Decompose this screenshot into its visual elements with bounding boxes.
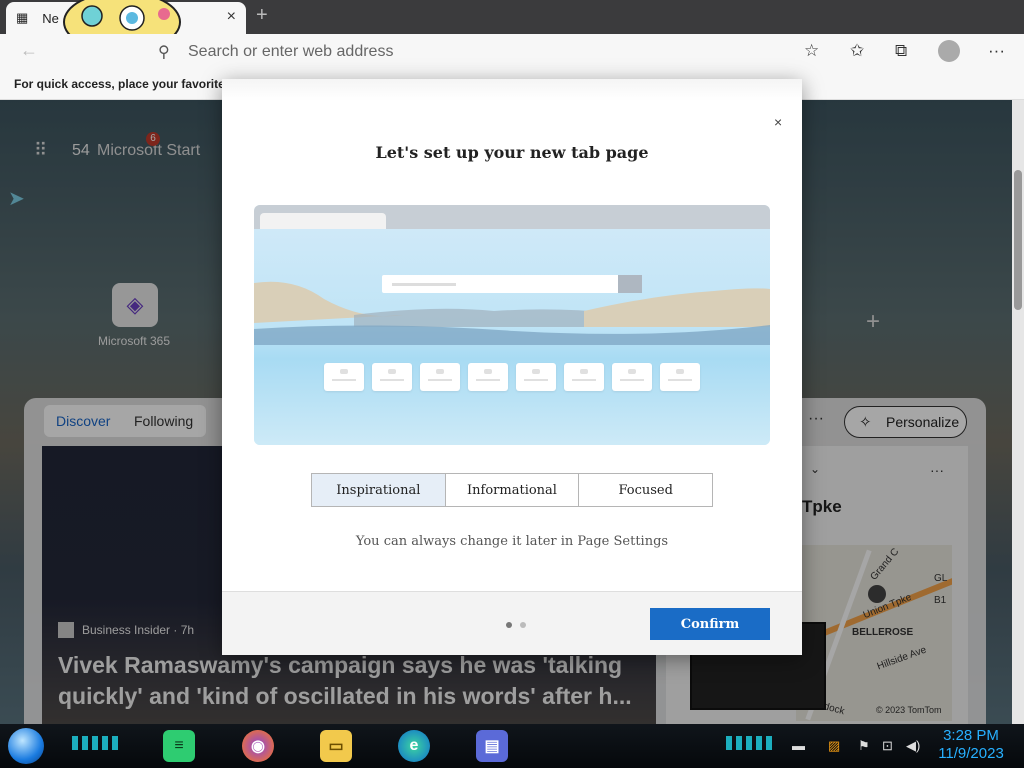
scrollbar-thumb[interactable] xyxy=(1014,170,1022,310)
profile-avatar[interactable] xyxy=(938,40,960,62)
firefox-icon[interactable]: ◉ xyxy=(242,730,274,762)
dialog-title: Let's set up your new tab page xyxy=(375,143,649,162)
address-bar[interactable]: Search or enter web address xyxy=(188,43,393,61)
browser-toolbar xyxy=(0,34,1024,70)
option-inspirational[interactable]: Inspirational xyxy=(312,474,446,506)
preview-landscape xyxy=(254,281,770,345)
add-favorite-icon[interactable]: ☆ xyxy=(804,41,819,61)
preview-tab xyxy=(260,213,386,229)
tray-expand-icon[interactable]: ▬ xyxy=(792,738,805,753)
system-clock[interactable]: 3:28 PM 11/9/2023 xyxy=(936,727,1006,763)
collections-icon[interactable]: ⧉ xyxy=(895,41,907,61)
page-dot xyxy=(520,622,526,628)
clock-time: 3:28 PM xyxy=(943,727,999,744)
file-explorer-icon[interactable]: ▭ xyxy=(320,730,352,762)
settings-hint: You can always change it later in Page S… xyxy=(355,534,669,549)
confirm-button[interactable]: Confirm xyxy=(650,608,770,640)
tray-app-icon[interactable]: ▨ xyxy=(828,738,840,754)
option-informational[interactable]: Informational xyxy=(446,474,580,506)
back-arrow-icon[interactable]: ← xyxy=(20,40,38,61)
taskbar-decoration xyxy=(72,736,118,750)
option-focused[interactable]: Focused xyxy=(579,474,712,506)
preview-browser-chrome xyxy=(254,205,770,229)
clock-date: 11/9/2023 xyxy=(938,745,1004,762)
taskbar xyxy=(0,724,1024,768)
preview-quick-links xyxy=(324,363,704,391)
page-scrollbar[interactable] xyxy=(1012,100,1024,724)
search-icon: ⚲ xyxy=(158,44,170,61)
dialog-top-band xyxy=(222,79,802,101)
flag-icon[interactable]: ⚑ xyxy=(858,738,870,754)
network-icon[interactable]: ⊡ xyxy=(882,738,893,754)
favorites-icon[interactable]: ✩ xyxy=(850,41,864,61)
start-button[interactable] xyxy=(8,728,44,764)
page-dot-active xyxy=(506,622,512,628)
tab-close-icon[interactable]: × xyxy=(227,8,236,26)
dialog-footer: Confirm xyxy=(222,591,802,655)
new-tab-button[interactable]: + xyxy=(256,4,268,27)
edge-icon[interactable]: e xyxy=(398,730,430,762)
app-window-icon[interactable]: ▤ xyxy=(476,730,508,762)
layout-selector: Inspirational Informational Focused xyxy=(311,473,713,507)
page-indicator xyxy=(506,622,526,628)
taskbar-decoration xyxy=(726,736,772,750)
layout-preview-image xyxy=(254,205,770,445)
favorites-bar-hint: For quick access, place your favorites h xyxy=(14,77,243,91)
close-icon[interactable]: × xyxy=(774,114,782,130)
setup-dialog: × Let's set up your new tab page Inspira… xyxy=(222,79,802,655)
volume-icon[interactable]: ◀) xyxy=(906,738,920,754)
tab-page-icon: ▦ xyxy=(16,10,29,25)
notes-app-icon[interactable]: ≡ xyxy=(163,730,195,762)
more-menu-icon[interactable]: ··· xyxy=(988,41,1005,61)
